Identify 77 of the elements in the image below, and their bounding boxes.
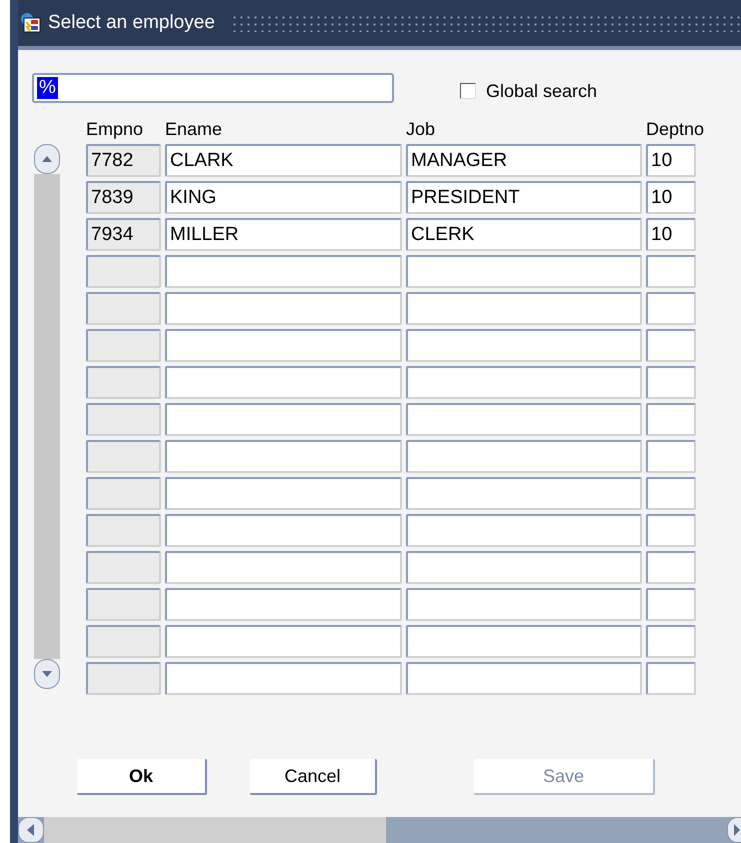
checkbox-label: Global search: [486, 80, 598, 102]
table-cell[interactable]: [86, 403, 161, 436]
table-cell[interactable]: [86, 588, 161, 621]
table-cell[interactable]: [406, 477, 642, 510]
horizontal-scrollbar[interactable]: [18, 817, 741, 843]
table-cell[interactable]: [406, 662, 642, 695]
table-cell[interactable]: [406, 292, 642, 325]
table-cell[interactable]: [165, 551, 402, 584]
table-cell[interactable]: [646, 662, 696, 695]
table-cell[interactable]: [165, 292, 402, 325]
table-cell[interactable]: CLARK: [165, 144, 402, 177]
table-cell[interactable]: MANAGER: [406, 144, 642, 177]
table-cell[interactable]: [646, 514, 696, 547]
dialog-button[interactable]: Cancel: [250, 759, 377, 795]
column-header: Ename: [165, 119, 222, 140]
table-cell[interactable]: PRESIDENT: [406, 181, 642, 214]
checkbox[interactable]: [460, 83, 476, 99]
table-cell[interactable]: [165, 662, 402, 695]
table-cell[interactable]: [646, 255, 696, 288]
scroll-left-icon[interactable]: [18, 817, 44, 843]
table-cell[interactable]: [646, 625, 696, 658]
window-title: Select an employee: [48, 12, 215, 34]
table-cell[interactable]: [406, 625, 642, 658]
table-cell[interactable]: [86, 292, 161, 325]
table-cell[interactable]: [165, 588, 402, 621]
table-cell[interactable]: [165, 403, 402, 436]
table-cell[interactable]: 10: [646, 218, 696, 251]
table-cell[interactable]: [406, 440, 642, 473]
table-cell[interactable]: [646, 366, 696, 399]
table-cell[interactable]: [646, 440, 696, 473]
column-header: Deptno: [646, 119, 704, 140]
table-cell[interactable]: [406, 403, 642, 436]
app-icon: [20, 12, 42, 34]
table-cell[interactable]: [165, 366, 402, 399]
table-cell[interactable]: [406, 366, 642, 399]
table-cell[interactable]: [646, 551, 696, 584]
dialog-button[interactable]: Ok: [77, 759, 207, 795]
table-cell[interactable]: 7782: [86, 144, 161, 177]
table-cell[interactable]: [406, 551, 642, 584]
scroll-up-icon[interactable]: [34, 144, 60, 174]
table-cell[interactable]: [646, 292, 696, 325]
table-cell[interactable]: [406, 514, 642, 547]
search-field[interactable]: %: [32, 73, 394, 103]
table-cell[interactable]: 7839: [86, 181, 161, 214]
scroll-right-icon[interactable]: [727, 817, 741, 843]
vertical-scrollbar[interactable]: [34, 144, 60, 689]
table-cell[interactable]: [165, 255, 402, 288]
table-cell[interactable]: [165, 440, 402, 473]
scroll-down-icon[interactable]: [34, 659, 60, 689]
table-cell[interactable]: [646, 329, 696, 362]
table-cell[interactable]: [165, 514, 402, 547]
table-cell[interactable]: [406, 255, 642, 288]
table-cell[interactable]: KING: [165, 181, 402, 214]
table-cell[interactable]: [86, 477, 161, 510]
table-cell[interactable]: [406, 588, 642, 621]
table-cell[interactable]: MILLER: [165, 218, 402, 251]
table-cell[interactable]: [86, 255, 161, 288]
table-cell[interactable]: [165, 329, 402, 362]
table-cell[interactable]: [86, 329, 161, 362]
table-cell[interactable]: [86, 440, 161, 473]
table-cell[interactable]: [86, 366, 161, 399]
table-cell[interactable]: CLERK: [406, 218, 642, 251]
table-cell[interactable]: [165, 477, 402, 510]
table-cell[interactable]: [86, 625, 161, 658]
table-cell[interactable]: [165, 625, 402, 658]
table-cell[interactable]: [86, 662, 161, 695]
column-header: Empno: [86, 119, 144, 140]
table-cell[interactable]: [646, 403, 696, 436]
table-cell[interactable]: [86, 551, 161, 584]
table-cell[interactable]: [646, 477, 696, 510]
table-cell[interactable]: [86, 514, 161, 547]
column-header: Job: [406, 119, 436, 140]
table-cell[interactable]: 7934: [86, 218, 161, 251]
table-cell[interactable]: 10: [646, 181, 696, 214]
table-cell[interactable]: [646, 588, 696, 621]
table-cell[interactable]: [406, 329, 642, 362]
table-cell[interactable]: 10: [646, 144, 696, 177]
